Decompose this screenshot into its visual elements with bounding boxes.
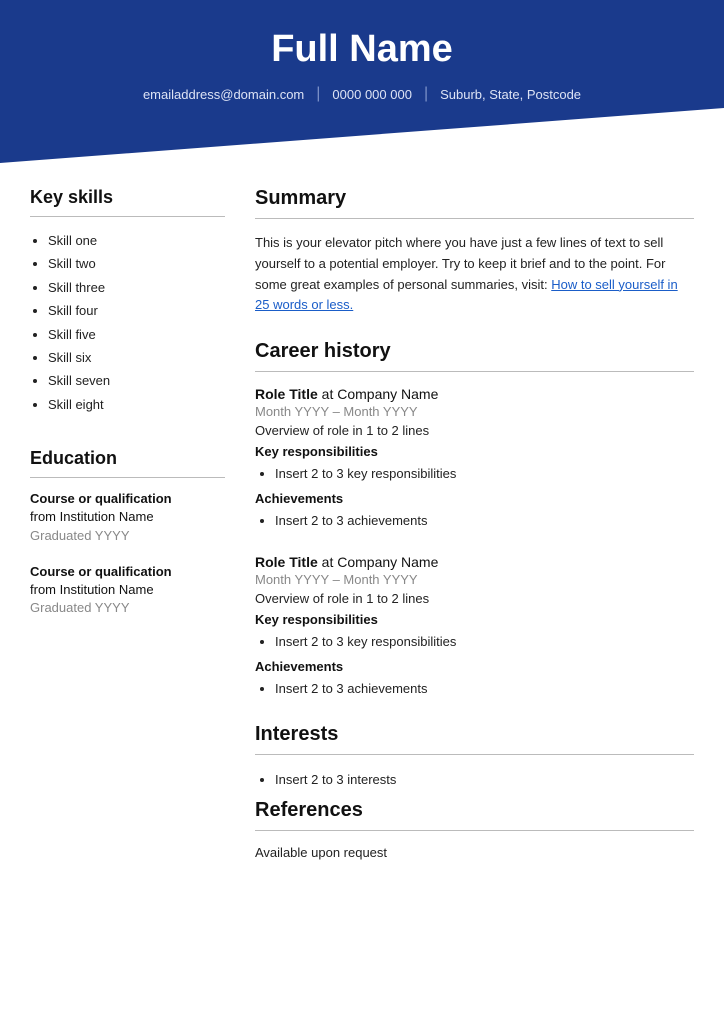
career-divider <box>255 371 694 372</box>
header-triangle <box>0 108 724 163</box>
skills-divider <box>30 216 225 217</box>
role-company: at Company Name <box>318 386 439 402</box>
career-heading: Career history <box>255 340 694 363</box>
edu-course: Course or qualification <box>30 490 225 508</box>
responsibilities-heading: Key responsibilities <box>255 444 694 459</box>
interest-item: Insert 2 to 3 interests <box>275 769 694 791</box>
jobs-list: Role Title at Company Name Month YYYY – … <box>255 386 694 700</box>
achievements-heading: Achievements <box>255 659 694 674</box>
references-divider <box>255 830 694 831</box>
skill-item: Skill three <box>48 276 225 299</box>
job-dates: Month YYYY – Month YYYY <box>255 404 694 419</box>
full-name: Full Name <box>40 28 684 71</box>
job-entry: Role Title at Company Name Month YYYY – … <box>255 386 694 532</box>
interests-section: Interests Insert 2 to 3 interests <box>255 723 694 791</box>
summary-section: Summary This is your elevator pitch wher… <box>255 187 694 316</box>
career-section: Career history Role Title at Company Nam… <box>255 340 694 700</box>
contact-info: emailaddress@domain.com | 0000 000 000 |… <box>40 85 684 103</box>
references-heading: References <box>255 799 694 822</box>
references-section: References Available upon request <box>255 799 694 860</box>
skill-item: Skill one <box>48 229 225 252</box>
edu-institution: from Institution Name <box>30 581 225 599</box>
left-column: Key skills Skill oneSkill twoSkill three… <box>30 187 225 860</box>
interests-heading: Interests <box>255 723 694 746</box>
responsibilities-list: Insert 2 to 3 key responsibilities <box>255 631 694 653</box>
interests-divider <box>255 754 694 755</box>
skill-item: Skill five <box>48 323 225 346</box>
edu-grad: Graduated YYYY <box>30 527 225 545</box>
interests-list: Insert 2 to 3 interests <box>255 769 694 791</box>
education-item: Course or qualification from Institution… <box>30 563 225 618</box>
responsibility-item: Insert 2 to 3 key responsibilities <box>275 463 694 485</box>
skill-item: Skill six <box>48 346 225 369</box>
achievement-item: Insert 2 to 3 achievements <box>275 678 694 700</box>
education-section: Education Course or qualification from I… <box>30 448 225 617</box>
job-overview: Overview of role in 1 to 2 lines <box>255 591 694 606</box>
achievements-list: Insert 2 to 3 achievements <box>255 678 694 700</box>
summary-text: This is your elevator pitch where you ha… <box>255 233 694 316</box>
role-company: at Company Name <box>318 554 439 570</box>
references-text: Available upon request <box>255 845 694 860</box>
responsibilities-heading: Key responsibilities <box>255 612 694 627</box>
achievements-heading: Achievements <box>255 491 694 506</box>
location: Suburb, State, Postcode <box>428 87 593 102</box>
achievement-item: Insert 2 to 3 achievements <box>275 510 694 532</box>
skill-item: Skill eight <box>48 393 225 416</box>
email: emailaddress@domain.com <box>131 87 316 102</box>
responsibilities-list: Insert 2 to 3 key responsibilities <box>255 463 694 485</box>
skills-heading: Key skills <box>30 187 225 208</box>
education-list: Course or qualification from Institution… <box>30 490 225 617</box>
achievements-list: Insert 2 to 3 achievements <box>255 510 694 532</box>
education-divider <box>30 477 225 478</box>
role-title-bold: Role Title <box>255 554 318 570</box>
summary-heading: Summary <box>255 187 694 210</box>
resume-page: Full Name emailaddress@domain.com | 0000… <box>0 0 724 1024</box>
header: Full Name emailaddress@domain.com | 0000… <box>0 0 724 163</box>
skill-item: Skill four <box>48 299 225 322</box>
job-overview: Overview of role in 1 to 2 lines <box>255 423 694 438</box>
edu-course: Course or qualification <box>30 563 225 581</box>
education-item: Course or qualification from Institution… <box>30 490 225 545</box>
phone: 0000 000 000 <box>320 87 424 102</box>
skills-list: Skill oneSkill twoSkill threeSkill fourS… <box>30 229 225 416</box>
skill-item: Skill seven <box>48 369 225 392</box>
job-dates: Month YYYY – Month YYYY <box>255 572 694 587</box>
edu-institution: from Institution Name <box>30 508 225 526</box>
job-title: Role Title at Company Name <box>255 386 694 402</box>
summary-divider <box>255 218 694 219</box>
role-title-bold: Role Title <box>255 386 318 402</box>
body: Key skills Skill oneSkill twoSkill three… <box>0 163 724 890</box>
responsibility-item: Insert 2 to 3 key responsibilities <box>275 631 694 653</box>
edu-grad: Graduated YYYY <box>30 599 225 617</box>
job-title: Role Title at Company Name <box>255 554 694 570</box>
skills-section: Key skills Skill oneSkill twoSkill three… <box>30 187 225 416</box>
job-entry: Role Title at Company Name Month YYYY – … <box>255 554 694 700</box>
skill-item: Skill two <box>48 252 225 275</box>
right-column: Summary This is your elevator pitch wher… <box>255 187 694 860</box>
education-heading: Education <box>30 448 225 469</box>
